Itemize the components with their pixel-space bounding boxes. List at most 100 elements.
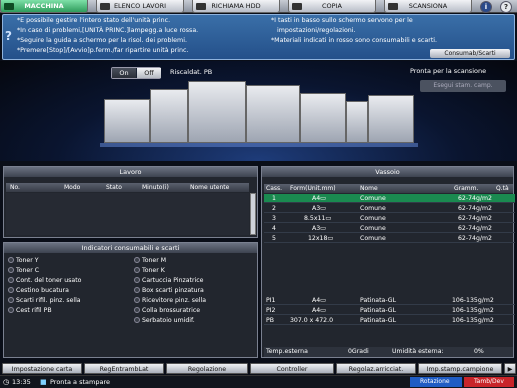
next-page-arrow-icon[interactable]: ▶ xyxy=(504,363,516,374)
col-size: Form(Unit.mm) xyxy=(290,185,336,192)
guide-line-4: *Premere[Stop]/[Avvio]p.ferm./far ripart… xyxy=(17,47,189,54)
clock-icon: ◷ xyxy=(3,378,10,386)
consumable-toner-y: Toner Y xyxy=(8,257,39,264)
col-weight: Gramm. xyxy=(454,185,479,192)
guide-line-7: *Materiali indicati in rosso sono consum… xyxy=(271,37,438,44)
job-table-header: No. Modo Stato Minuto(i) Nome utente xyxy=(6,183,249,192)
guidance-banner: ? *E possibile gestire l'intero stato de… xyxy=(2,14,515,60)
job-panel-title: Lavoro xyxy=(4,167,257,177)
col-qty: Q.tà xyxy=(496,185,509,192)
consumable-toner-c: Toner C xyxy=(8,267,39,274)
printer-status-icon: ■ xyxy=(40,378,47,386)
status-bar: ◷ 13:35 ■ Pronta a stampare Rotazione Ta… xyxy=(0,375,517,388)
col-user: Nome utente xyxy=(190,184,230,191)
col-tray: Cass. xyxy=(266,185,283,192)
tray-row[interactable]: PI1 A4▭ Patinata-GL 106-135g/m2 xyxy=(264,296,515,305)
tray-panel: Vassoio Cass. Form(Unit.mm) Nome Gramm. … xyxy=(261,166,515,358)
tab-hdd-recall[interactable]: RICHIAMA HDD xyxy=(192,0,280,13)
heater-toggle: On Off xyxy=(111,67,161,79)
consumable-saddle-trim: Scarti rifil. pinz. sella xyxy=(8,297,81,304)
col-status: Stato xyxy=(106,184,122,191)
sample-print-settings-button[interactable]: Imp.stamp.campione xyxy=(418,363,502,374)
off-button[interactable]: Off xyxy=(137,68,161,78)
curl-adjust-button[interactable]: Regolaz.arricciat. xyxy=(336,363,416,374)
consumable-toner-m: Toner M xyxy=(134,257,166,264)
rotation-indicator: Rotazione xyxy=(410,377,462,387)
tab-copy[interactable]: COPIA xyxy=(288,0,376,13)
scan-icon xyxy=(388,3,398,10)
consumable-punch-bin: Cestino bucatura xyxy=(8,287,69,294)
clock-time: 13:35 xyxy=(12,378,31,386)
toner-drum-indicator: Tamb/Dev xyxy=(464,377,514,387)
machine-status-message: Pronta a stampare xyxy=(50,378,110,386)
toner-icon xyxy=(8,257,14,263)
machine-icon xyxy=(4,3,14,10)
col-name: Nome xyxy=(360,185,378,192)
hdd-icon xyxy=(196,3,206,10)
tray-row[interactable]: PB 307.0 x 472.0 Patinata-GL 106-135g/m2 xyxy=(264,316,515,325)
glue-icon xyxy=(134,307,140,313)
tray-row[interactable]: 2 A3▭ Comune 62-74g/m2 xyxy=(264,204,515,213)
punch-bin-icon xyxy=(8,287,14,293)
paper-settings-button[interactable]: Impostazione carta xyxy=(2,363,82,374)
consumables-waste-button[interactable]: Consumab/Scarti xyxy=(430,49,510,58)
waste-toner-icon xyxy=(8,277,14,283)
tray-row[interactable]: PI2 A4▭ Patinata-GL 106-135g/m2 xyxy=(264,306,515,315)
guide-line-3: *Seguire la guida a schermo per la risol… xyxy=(17,37,187,44)
staple-icon xyxy=(134,277,140,283)
question-icon: ? xyxy=(5,29,12,43)
job-list-icon xyxy=(100,3,110,10)
top-tab-bar: MACCHINA ELENCO LAVORI RICHIAMA HDD COPI… xyxy=(0,0,517,13)
guide-line-5: *I tasti in basso sullo schermo servono … xyxy=(271,17,413,24)
heating-label: Riscaldat. PB xyxy=(170,68,213,76)
col-minutes: Minuto(i) xyxy=(142,184,169,191)
consumables-title: Indicatori consumabili e scarti xyxy=(4,243,257,253)
toner-icon xyxy=(8,267,14,273)
consumables-panel: Indicatori consumabili e scarti Toner Y … xyxy=(3,242,258,358)
tray-panel-title: Vassoio xyxy=(262,167,513,177)
tray-table-header: Cass. Form(Unit.mm) Nome Gramm. Q.tà xyxy=(264,184,513,193)
tab-scan[interactable]: SCANSIONA xyxy=(384,0,472,13)
outside-temp-label: Temp.esterna xyxy=(266,348,308,355)
trim-icon xyxy=(8,297,14,303)
consumable-humidifier: Serbatoio umidif. xyxy=(134,317,195,324)
col-no: No. xyxy=(10,184,20,191)
controller-button[interactable]: Controller xyxy=(250,363,334,374)
user-button[interactable]: ? xyxy=(500,1,512,13)
consumable-glue: Colla brossuratrice xyxy=(134,307,200,314)
adjustment-button[interactable]: Regolazione xyxy=(166,363,248,374)
job-list[interactable] xyxy=(6,193,249,235)
outside-temp-value: 0Gradi xyxy=(348,348,369,355)
outside-humidity-value: 0% xyxy=(474,348,484,355)
consumable-pb-trim: Cest rifil PB xyxy=(8,307,52,314)
water-tank-icon xyxy=(134,317,140,323)
tray-row[interactable]: 4 A3▭ Comune 62-74g/m2 xyxy=(264,224,515,233)
tray-row[interactable]: 5 12x18▭ Comune 62-74g/m2 xyxy=(264,234,515,243)
duplex-adjust-button[interactable]: RegEntrambLat xyxy=(84,363,164,374)
consumable-staple-cartridge: Cartuccia Pinzatrice xyxy=(134,277,203,284)
trim-bin-icon xyxy=(8,307,14,313)
col-mode: Modo xyxy=(64,184,81,191)
consumable-toner-k: Toner K xyxy=(134,267,165,274)
staple-waste-icon xyxy=(134,287,140,293)
outside-humidity-label: Umidità esterna: xyxy=(392,348,444,355)
tray-row[interactable]: 1 A4▭ Comune 62-74g/m2 xyxy=(264,194,515,203)
guide-line-6: impostazioni/regolazioni. xyxy=(277,27,356,34)
on-button[interactable]: On xyxy=(112,68,136,78)
copy-icon xyxy=(292,3,302,10)
consumable-saddle-receiver: Ricevitore pinz. sella xyxy=(134,297,206,304)
scan-ready-status: Pronta per la scansione xyxy=(410,67,487,75)
machine-status-area: On Off Riscaldat. PB Pronta per la scans… xyxy=(0,61,517,161)
tab-job-list[interactable]: ELENCO LAVORI xyxy=(96,0,184,13)
consumable-staple-waste: Box scarti pinzatura xyxy=(134,287,204,294)
job-panel: Lavoro No. Modo Stato Minuto(i) Nome ute… xyxy=(3,166,258,238)
tab-machine[interactable]: MACCHINA xyxy=(0,0,88,13)
tray-row[interactable]: 3 8.5x11▭ Comune 62-74g/m2 xyxy=(264,214,515,223)
receiver-icon xyxy=(134,297,140,303)
environment-bar: Temp.esterna 0Gradi Umidità esterna: 0% xyxy=(264,347,513,357)
toner-icon xyxy=(134,257,140,263)
help-button[interactable]: i xyxy=(480,1,492,13)
sample-print-button[interactable]: Esegui stam. camp. xyxy=(420,80,506,92)
job-scrollbar[interactable] xyxy=(250,193,256,235)
toner-icon xyxy=(134,267,140,273)
